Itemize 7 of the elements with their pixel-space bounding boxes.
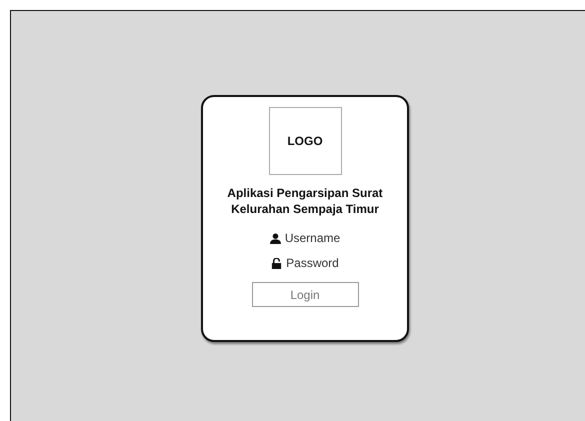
logo-text: LOGO [287,134,323,148]
app-title: Aplikasi Pengarsipan Surat Kelurahan Sempaja Timur [226,185,384,217]
field-label[interactable]: Password [286,256,339,270]
user-icon [270,232,281,244]
field-label[interactable]: Username [284,231,340,245]
login-button[interactable]: Login [252,282,358,307]
padlock-icon [271,258,282,268]
